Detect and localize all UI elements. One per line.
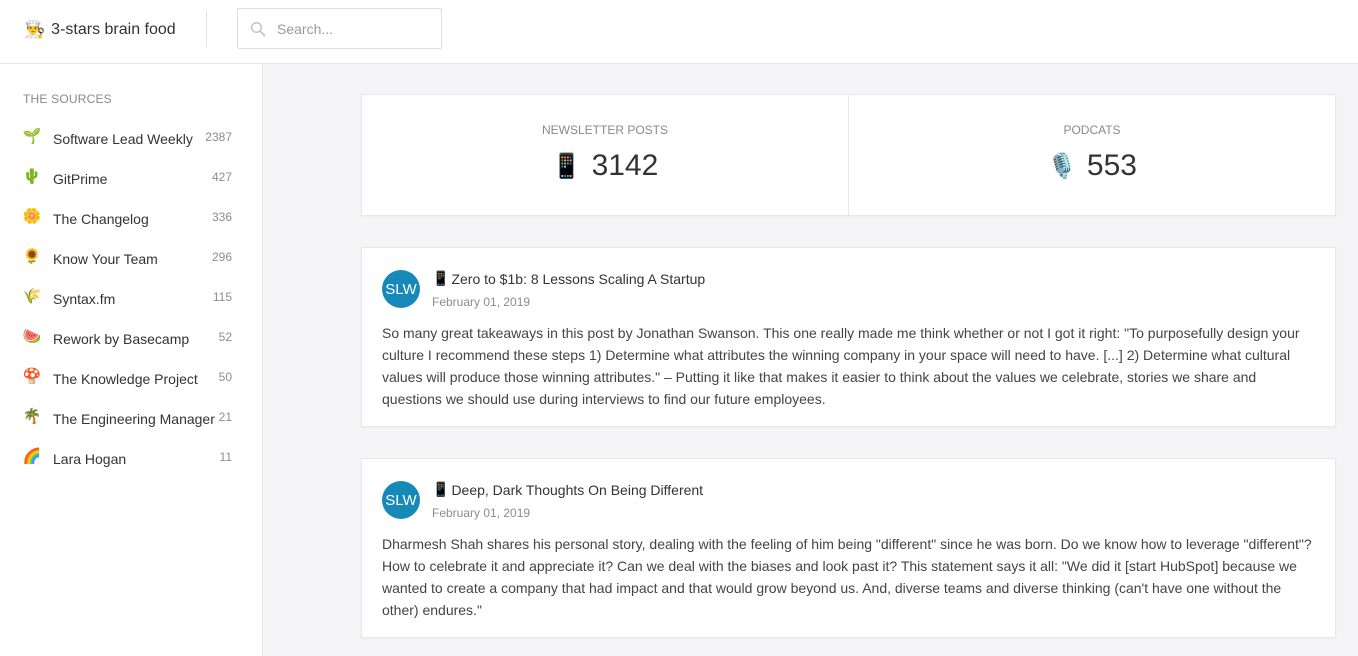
sidebar-item-count: 115 xyxy=(212,290,232,304)
post-card: SLW 📱 Zero to $1b: 8 Lessons Scaling A S… xyxy=(361,247,1336,427)
brand[interactable]: 👨‍🍳 3-stars brain food xyxy=(24,16,176,44)
sidebar-heading: THE SOURCES xyxy=(23,92,112,106)
post-title: Zero to $1b: 8 Lessons Scaling A Startup xyxy=(451,270,706,287)
post-title-link[interactable]: 📱 Deep, Dark Thoughts On Being Different xyxy=(432,481,703,498)
stat-title: PODCATS xyxy=(1063,123,1121,137)
sidebar-item-count: 427 xyxy=(211,170,232,184)
cactus-icon: 🌵 xyxy=(22,168,42,185)
sidebar-item-gitprime[interactable]: 🌵 GitPrime 427 xyxy=(0,158,262,198)
post-date: February 01, 2019 xyxy=(432,506,531,520)
seedling-icon: 🌱 xyxy=(22,128,42,145)
sidebar-item-count: 336 xyxy=(211,210,232,224)
sidebar: THE SOURCES 🌱 Software Lead Weekly 2387 … xyxy=(0,64,263,656)
sidebar-item-software-lead-weekly[interactable]: 🌱 Software Lead Weekly 2387 xyxy=(0,118,262,158)
source-list: 🌱 Software Lead Weekly 2387 🌵 GitPrime 4… xyxy=(0,118,262,478)
chef-logo-icon: 👨‍🍳 xyxy=(24,20,46,39)
app-header: 👨‍🍳 3-stars brain food xyxy=(0,0,1358,64)
rice-sheaf-icon: 🌾 xyxy=(22,288,42,305)
sidebar-item-syntax-fm[interactable]: 🌾 Syntax.fm 115 xyxy=(0,278,262,318)
sidebar-item-label: The Knowledge Project xyxy=(53,371,198,387)
sidebar-item-the-changelog[interactable]: 🌼 The Changelog 336 xyxy=(0,198,262,238)
sidebar-item-label: GitPrime xyxy=(53,171,108,187)
sidebar-item-count: 11 xyxy=(219,450,232,464)
sidebar-item-the-knowledge-project[interactable]: 🍄 The Knowledge Project 50 xyxy=(0,358,262,398)
sidebar-item-label: Software Lead Weekly xyxy=(53,131,193,147)
palm-tree-icon: 🌴 xyxy=(22,408,42,425)
post-card: SLW 📱 Deep, Dark Thoughts On Being Diffe… xyxy=(361,458,1336,638)
mushroom-icon: 🍄 xyxy=(22,368,42,385)
brand-title: 3-stars brain food xyxy=(51,21,176,38)
sidebar-item-count: 21 xyxy=(218,410,232,424)
stat-newsletter-posts: NEWSLETTER POSTS 📱 3142 xyxy=(362,95,848,215)
stats-card: NEWSLETTER POSTS 📱 3142 PODCATS 🎙️ 553 xyxy=(361,94,1336,216)
stat-value-row: 📱 3142 xyxy=(362,149,848,183)
post-date: February 01, 2019 xyxy=(432,295,531,309)
stat-podcasts: PODCATS 🎙️ 553 xyxy=(848,95,1335,215)
blossom-icon: 🌼 xyxy=(22,208,42,225)
sidebar-item-count: 52 xyxy=(218,330,232,344)
mobile-phone-icon: 📱 xyxy=(432,270,450,286)
stat-value-row: 🎙️ 553 xyxy=(849,149,1335,183)
sidebar-item-count: 50 xyxy=(218,370,232,384)
post-title-link[interactable]: 📱 Zero to $1b: 8 Lessons Scaling A Start… xyxy=(432,270,705,287)
header-divider xyxy=(206,10,207,47)
sidebar-item-count: 2387 xyxy=(205,130,232,144)
stat-value: 553 xyxy=(1086,149,1137,182)
microphone-icon: 🎙️ xyxy=(1047,152,1077,180)
avatar: SLW xyxy=(382,481,420,519)
sidebar-item-know-your-team[interactable]: 🌻 Know Your Team 296 xyxy=(0,238,262,278)
avatar: SLW xyxy=(382,270,420,308)
sidebar-item-label: Syntax.fm xyxy=(53,291,116,307)
mobile-phone-icon: 📱 xyxy=(551,152,582,180)
search-input[interactable] xyxy=(277,18,432,40)
search-icon xyxy=(250,21,266,37)
sidebar-item-count: 296 xyxy=(211,250,232,264)
sidebar-item-rework-by-basecamp[interactable]: 🍉 Rework by Basecamp 52 xyxy=(0,318,262,358)
search-box[interactable] xyxy=(237,8,442,49)
rainbow-icon: 🌈 xyxy=(22,448,42,465)
post-body: So many great takeaways in this post by … xyxy=(382,325,1300,407)
sidebar-item-label: Rework by Basecamp xyxy=(53,331,190,347)
post-title: Deep, Dark Thoughts On Being Different xyxy=(451,481,704,498)
stat-value: 3142 xyxy=(591,149,659,182)
sunflower-icon: 🌻 xyxy=(22,248,42,265)
mobile-phone-icon: 📱 xyxy=(432,481,450,497)
post-body: Dharmesh Shah shares his personal story,… xyxy=(382,536,1312,618)
sidebar-item-the-engineering-manager[interactable]: 🌴 The Engineering Manager 21 xyxy=(0,398,262,438)
watermelon-icon: 🍉 xyxy=(22,328,42,345)
sidebar-item-label: Know Your Team xyxy=(53,251,158,267)
sidebar-item-label: The Changelog xyxy=(53,211,149,227)
sidebar-item-lara-hogan[interactable]: 🌈 Lara Hogan 11 xyxy=(0,438,262,478)
stat-title: NEWSLETTER POSTS xyxy=(541,123,669,137)
sidebar-item-label: The Engineering Manager xyxy=(53,411,215,427)
sidebar-item-label: Lara Hogan xyxy=(53,451,127,467)
